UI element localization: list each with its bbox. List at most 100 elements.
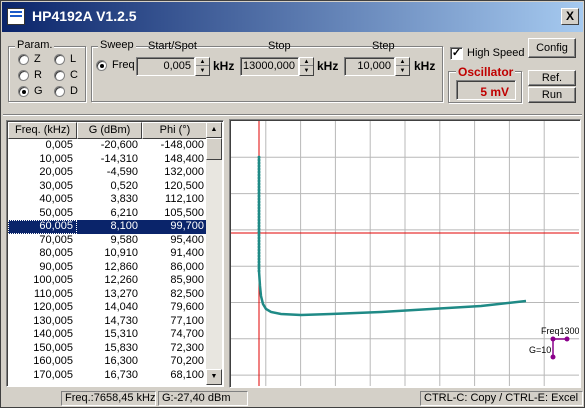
table-cell: 79,600 [170,301,204,313]
table-row[interactable]: 170,005 16,730 68,100 [8,369,208,383]
ref-button[interactable]: Ref. [528,70,576,86]
scroll-up-icon[interactable]: ▲ [206,122,222,138]
column-header-g[interactable]: G (dBm) [77,122,142,139]
table-cell: 68,100 [170,368,204,381]
table-row[interactable]: 150,005 15,830 72,300 [8,342,208,356]
trace-point [257,209,261,213]
spin-down-icon[interactable]: ▼ [196,67,209,75]
trace-point [257,263,261,267]
table-row[interactable]: 30,005 0,520 120,500 [8,180,208,194]
step-unit: kHz [414,59,436,73]
step-freq-field[interactable]: 10,000 [344,57,395,76]
table-row[interactable]: 70,005 9,580 95,400 [8,234,208,248]
table-cell: 15,310 [104,328,138,340]
table-cell: 70,200 [170,355,204,367]
table-row[interactable]: 50,005 6,210 105,500 [8,207,208,221]
column-header-phi[interactable]: Phi (°) [142,122,208,139]
param-radio-g[interactable] [18,86,29,97]
table-row[interactable]: 140,005 15,310 74,700 [8,328,208,342]
table-cell: 80,005 [39,247,73,259]
table-cell: 60,005 [8,220,77,234]
freq-radio[interactable] [96,60,107,71]
table-cell: 12,860 [104,260,138,273]
table-row[interactable]: 60,005 8,100 99,700 [8,220,208,234]
step-freq-spinner[interactable]: ▲ ▼ [395,57,410,76]
table-row[interactable]: 160,005 16,300 70,200 [8,355,208,369]
trace-point [257,212,261,216]
table-cell: 12,260 [104,274,138,286]
table-row[interactable]: 80,005 10,910 91,400 [8,247,208,261]
config-button[interactable]: Config [528,38,576,58]
table-row[interactable]: 90,005 12,860 86,000 [8,261,208,275]
sweep-group-label: Sweep [98,39,136,51]
table-row[interactable]: 110,005 13,270 82,500 [8,288,208,302]
table-cell: 99,700 [170,220,204,232]
trace-point [257,227,261,231]
trace-point [257,260,261,264]
stop-freq-field[interactable]: 13000,000 [240,57,299,76]
spin-up-icon[interactable]: ▲ [196,58,209,66]
stop-unit: kHz [317,59,339,73]
high-speed-label: High Speed [467,47,525,59]
oscillator-value[interactable]: 5 mV [456,80,516,100]
table-cell: 100,005 [33,274,73,286]
scroll-down-icon[interactable]: ▼ [206,369,222,385]
table-cell: 130,005 [33,314,73,327]
stop-freq-spinner[interactable]: ▲ ▼ [299,57,314,76]
param-radio-l[interactable] [54,54,65,65]
start-freq-field[interactable]: 0,005 [136,57,195,76]
marker-freq-label: Freq1300 [541,326,579,336]
trace-point [257,164,261,168]
param-radio-label: R [34,69,42,81]
param-radio-c[interactable] [54,70,65,81]
param-radio-z[interactable] [18,54,29,65]
run-button[interactable]: Run [528,87,576,103]
trace-point [257,224,261,228]
table-cell: 110,005 [34,287,73,300]
plot-area[interactable]: Freq1300 G=10 [229,119,581,388]
data-table[interactable]: Freq. (kHz) G (dBm) Phi (°) 0,005 -20,600… [6,120,224,387]
table-cell: 70,005 [39,233,73,246]
table-cell: 95,400 [170,233,204,246]
table-row[interactable]: 10,005 -14,310 148,400 [8,153,208,167]
spin-up-icon[interactable]: ▲ [300,58,313,66]
table-row[interactable]: 20,005 -4,590 132,000 [8,166,208,180]
high-speed-checkbox[interactable]: ✓ [450,47,463,60]
spin-down-icon[interactable]: ▼ [396,67,409,75]
table-cell: 14,730 [104,314,138,327]
trace-point [257,206,261,210]
spin-down-icon[interactable]: ▼ [300,67,313,75]
table-row[interactable]: 120,005 14,040 79,600 [8,301,208,315]
param-radio-r[interactable] [18,70,29,81]
table-cell: 15,830 [104,341,138,354]
table-row[interactable]: 40,005 3,830 112,100 [8,193,208,207]
table-cell: 10,005 [39,152,73,165]
trace-point [257,170,261,174]
spin-up-icon[interactable]: ▲ [396,58,409,66]
title-bar[interactable]: HP4192A V1.2.5 X [2,2,583,32]
start-unit: kHz [213,59,235,73]
table-row[interactable]: 100,005 12,260 85,900 [8,274,208,288]
trace-point [257,221,261,225]
trace-point [257,194,261,198]
column-header-freq[interactable]: Freq. (kHz) [8,122,77,139]
trace-point [257,254,261,258]
trace-point [257,179,261,183]
param-radio-label: Z [34,53,41,65]
marker-dot [550,336,556,342]
table-cell: 112,100 [165,193,204,205]
table-cell: 72,300 [170,341,204,354]
close-button[interactable]: X [561,8,579,25]
trace-point [257,251,261,255]
table-row[interactable]: 130,005 14,730 77,100 [8,315,208,329]
param-radio-d[interactable] [54,86,65,97]
table-row[interactable]: 0,005 -20,600 -148,000 [8,139,208,153]
scroll-thumb[interactable] [206,138,222,160]
table-scrollbar[interactable]: ▲ ▼ [206,122,222,385]
separator [3,114,582,116]
status-g: G:-27,40 dBm [158,391,248,406]
marker-dot [550,354,556,360]
table-cell: 20,005 [39,166,73,178]
start-freq-spinner[interactable]: ▲ ▼ [195,57,210,76]
param-radio-label: L [70,53,77,65]
